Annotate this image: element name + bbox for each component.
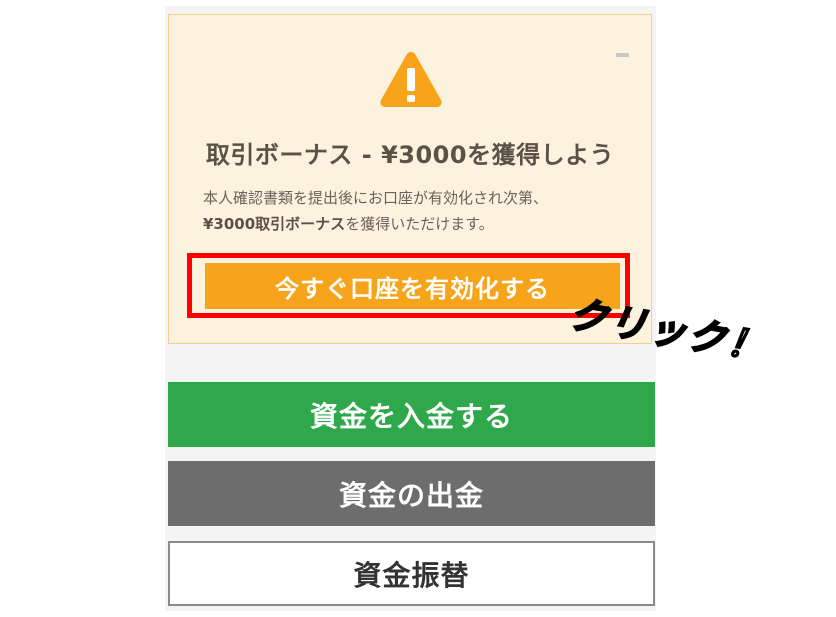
bonus-description-rest: を獲得いただけます。: [345, 215, 494, 233]
click-annotation-text: クリック！: [565, 291, 772, 371]
bonus-description-line2: ¥3000取引ボーナスを獲得いただけます。: [203, 211, 633, 237]
warning-icon: [380, 52, 442, 107]
deposit-funds-button[interactable]: 資金を入金する: [168, 382, 655, 447]
minimize-icon[interactable]: [616, 53, 629, 57]
bonus-description: 本人確認書類を提出後にお口座が有効化され次第、 ¥3000取引ボーナスを獲得いた…: [203, 185, 633, 237]
bonus-amount-text: ¥3000取引ボーナス: [203, 215, 346, 233]
bonus-description-line1: 本人確認書類を提出後にお口座が有効化され次第、: [203, 189, 549, 207]
click-annotation: クリック！: [565, 283, 775, 383]
transfer-funds-button[interactable]: 資金振替: [168, 541, 655, 606]
withdraw-funds-button[interactable]: 資金の出金: [168, 461, 655, 526]
activate-account-button[interactable]: 今すぐ口座を有効化する: [205, 263, 620, 309]
bonus-title: 取引ボーナス - ¥3000を獲得しよう: [205, 141, 615, 169]
